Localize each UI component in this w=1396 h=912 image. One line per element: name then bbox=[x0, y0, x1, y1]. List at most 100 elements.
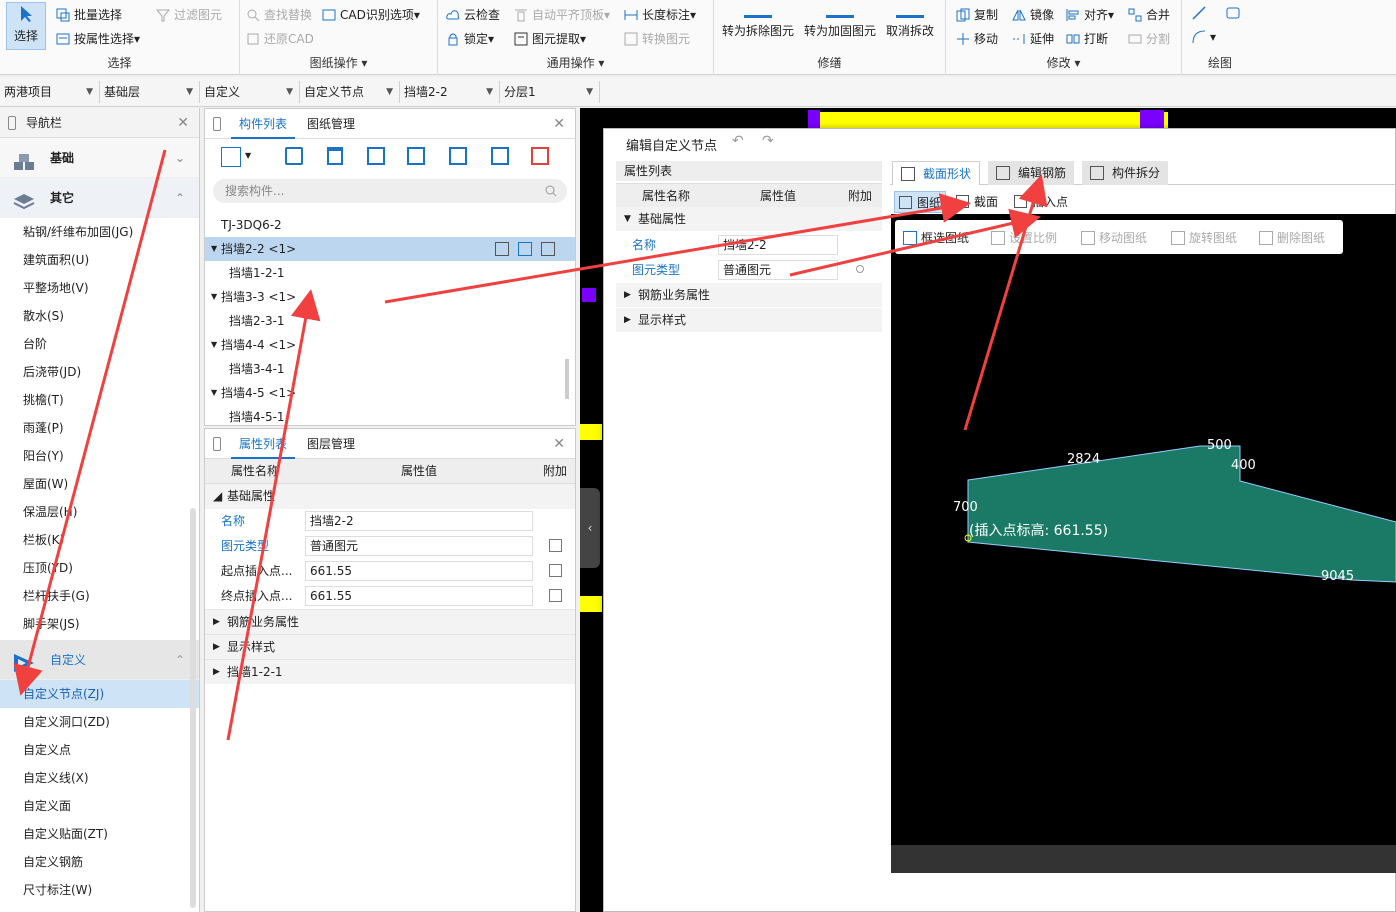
rect-tool[interactable] bbox=[1226, 6, 1244, 20]
dialog-value-field[interactable]: 挡墙2-2 bbox=[718, 235, 838, 255]
dialog-value-field[interactable]: 普通图元 bbox=[718, 260, 838, 280]
nav-item[interactable]: 自定义点 bbox=[0, 736, 199, 764]
prop-group-collapsed[interactable]: ▶ 钢筋业务属性 bbox=[205, 609, 575, 634]
prop-value-field[interactable]: 661.55 bbox=[305, 586, 533, 606]
tree-node[interactable]: 挡墙1-2-1 bbox=[205, 261, 575, 285]
prop-value-field[interactable]: 挡墙2-2 bbox=[305, 511, 533, 531]
tree-scrollbar[interactable] bbox=[565, 359, 569, 399]
undo-icon[interactable]: ↶ bbox=[732, 133, 744, 149]
prop-group-basic[interactable]: ◢ 基础属性 bbox=[205, 484, 575, 509]
copy-button[interactable]: 复制 bbox=[956, 6, 998, 23]
extra-checkbox[interactable] bbox=[549, 564, 562, 577]
merge-button[interactable]: 合并 bbox=[1128, 6, 1170, 23]
delete-icon[interactable] bbox=[327, 147, 343, 165]
extra-checkbox[interactable] bbox=[549, 539, 562, 552]
dialog-subtab[interactable]: 插入点 bbox=[1010, 191, 1072, 213]
copy-component-icon[interactable] bbox=[285, 147, 303, 165]
tree-node[interactable]: 挡墙3-4-1 bbox=[205, 357, 575, 381]
nav-item[interactable]: 自定义钢筋 bbox=[0, 848, 199, 876]
tree-node[interactable]: ▼ 挡墙4-5 <1> bbox=[205, 381, 575, 405]
edit-icon[interactable] bbox=[449, 147, 467, 165]
move-button[interactable]: 移动 bbox=[956, 30, 998, 47]
nav-item[interactable]: 栏杆扶手(G) bbox=[0, 582, 199, 610]
nav-item[interactable]: 建筑面积(U) bbox=[0, 246, 199, 274]
to-reinforce-button[interactable]: 转为加固图元 bbox=[804, 0, 876, 39]
tree-node[interactable]: ▼ 挡墙2-2 <1> bbox=[205, 237, 575, 261]
edit-section-icon[interactable] bbox=[495, 242, 509, 256]
category-dropdown[interactable]: 自定义 ▼ bbox=[200, 81, 300, 103]
tree-node[interactable]: ▼ 挡墙3-3 <1> bbox=[205, 285, 575, 309]
nav-item[interactable]: 尺寸标注(W) bbox=[0, 876, 199, 904]
mirror-button[interactable]: 镜像 bbox=[1012, 6, 1054, 23]
tree-node[interactable]: 挡墙2-3-1 bbox=[205, 309, 575, 333]
length-dim-button[interactable]: 长度标注 ▾ bbox=[624, 6, 696, 23]
filter-button[interactable]: 过滤图元 bbox=[156, 6, 222, 23]
nav-scrollbar[interactable] bbox=[190, 508, 196, 908]
split-button[interactable]: 分割 bbox=[1128, 30, 1170, 47]
extend-button[interactable]: 延伸 bbox=[1012, 30, 1054, 47]
dialog-subtab[interactable]: 图纸 bbox=[894, 191, 947, 213]
nav-item[interactable]: 自定义洞口(ZD) bbox=[0, 708, 199, 736]
restore-cad-button[interactable]: 还原CAD bbox=[246, 30, 314, 47]
sort-icon[interactable] bbox=[491, 147, 509, 165]
lock-button[interactable]: 锁定 ▾ bbox=[446, 30, 494, 47]
dialog-tab[interactable]: 编辑钢筋 bbox=[988, 161, 1075, 185]
nav-item[interactable]: 后浇带(JD) bbox=[0, 358, 199, 386]
collapse-handle[interactable]: ‹ bbox=[580, 488, 600, 568]
break-button[interactable]: 打断 bbox=[1066, 30, 1108, 47]
search-component-input[interactable]: 搜索构件... bbox=[213, 179, 567, 203]
rebar-icon[interactable] bbox=[518, 242, 532, 256]
close-icon[interactable]: ✕ bbox=[553, 429, 565, 459]
prop-group-collapsed[interactable]: ▶ 挡墙1-2-1 bbox=[205, 659, 575, 684]
nav-group-foundation[interactable]: 基础 ⌄ bbox=[0, 138, 199, 178]
redo-icon[interactable]: ↷ bbox=[762, 133, 774, 149]
close-icon[interactable]: ✕ bbox=[553, 109, 565, 139]
new-component-icon[interactable] bbox=[221, 147, 241, 167]
nav-item[interactable]: 自定义线(X) bbox=[0, 764, 199, 792]
tab-property-list[interactable]: 属性列表 bbox=[231, 429, 296, 459]
filter-component-icon[interactable] bbox=[531, 147, 549, 165]
nav-item[interactable]: 屋面(W) bbox=[0, 470, 199, 498]
tree-node[interactable]: ▼ 挡墙4-4 <1> bbox=[205, 333, 575, 357]
nav-item[interactable]: 散水(S) bbox=[0, 302, 199, 330]
dialog-tab[interactable]: 构件拆分 bbox=[1082, 161, 1169, 185]
nav-item[interactable]: 自定义节点(ZJ) bbox=[0, 680, 199, 708]
pin-icon[interactable] bbox=[213, 437, 221, 451]
nav-item[interactable]: 粘钢/纤维布加固(JG) bbox=[0, 218, 199, 246]
nav-item[interactable]: 自定义面 bbox=[0, 792, 199, 820]
tab-layer-manage[interactable]: 图层管理 bbox=[299, 429, 363, 459]
tree-node[interactable]: 挡墙4-5-1 bbox=[205, 405, 575, 425]
layer-dropdown[interactable]: 分层1 ▼ bbox=[500, 81, 600, 103]
list-icon[interactable] bbox=[541, 242, 555, 256]
dialog-subtab[interactable]: 截面 bbox=[952, 191, 1002, 213]
prop-value-field[interactable]: 661.55 bbox=[305, 561, 533, 581]
save-template-icon[interactable] bbox=[407, 147, 425, 165]
auto-align-button[interactable]: 自动平齐顶板 ▾ bbox=[514, 6, 610, 23]
tab-drawing-manage[interactable]: 图纸管理 bbox=[299, 109, 363, 139]
dialog-group-collapsed[interactable]: ▶ 钢筋业务属性 bbox=[616, 283, 882, 307]
dialog-group-collapsed[interactable]: ▶ 显示样式 bbox=[616, 308, 882, 332]
type-dropdown[interactable]: 自定义节点 ▼ bbox=[300, 81, 400, 103]
extract-button[interactable]: 图元提取 ▾ bbox=[514, 30, 586, 47]
cad-options-button[interactable]: CAD识别选项 ▾ bbox=[322, 6, 420, 23]
to-demolish-button[interactable]: 转为拆除图元 bbox=[722, 0, 794, 39]
dialog-group-basic[interactable]: ▼ 基础属性 bbox=[616, 207, 882, 231]
pin-icon[interactable] bbox=[213, 117, 221, 131]
extra-checkbox[interactable] bbox=[549, 589, 562, 602]
attr-select-button[interactable]: 按属性选择 ▾ bbox=[56, 30, 140, 47]
nav-group-other[interactable]: 其它 ⌃ bbox=[0, 178, 199, 218]
prop-group-collapsed[interactable]: ▶ 显示样式 bbox=[205, 634, 575, 659]
copy-to-floor-icon[interactable] bbox=[367, 147, 385, 165]
nav-item[interactable]: 阳台(Y) bbox=[0, 442, 199, 470]
convert-button[interactable]: 转换图元 bbox=[624, 30, 690, 47]
nav-item[interactable]: 挑檐(T) bbox=[0, 386, 199, 414]
section-drawing-canvas[interactable]: 框选图纸 设置比例 移动图纸 旋转图纸 删除图纸 2824 500 400 700 (插… bbox=[891, 214, 1396, 845]
nav-item[interactable]: 保温层(H) bbox=[0, 498, 199, 526]
nav-item[interactable]: 平整场地(V) bbox=[0, 274, 199, 302]
nav-item[interactable]: 雨蓬(P) bbox=[0, 414, 199, 442]
close-icon[interactable]: ✕ bbox=[177, 108, 189, 138]
tab-component-list[interactable]: 构件列表 bbox=[231, 109, 296, 139]
tree-node[interactable]: TJ-3DQ6-2 bbox=[205, 213, 575, 237]
find-replace-button[interactable]: 查找替换 bbox=[246, 6, 312, 23]
batch-select-button[interactable]: 批量选择 bbox=[56, 6, 122, 23]
